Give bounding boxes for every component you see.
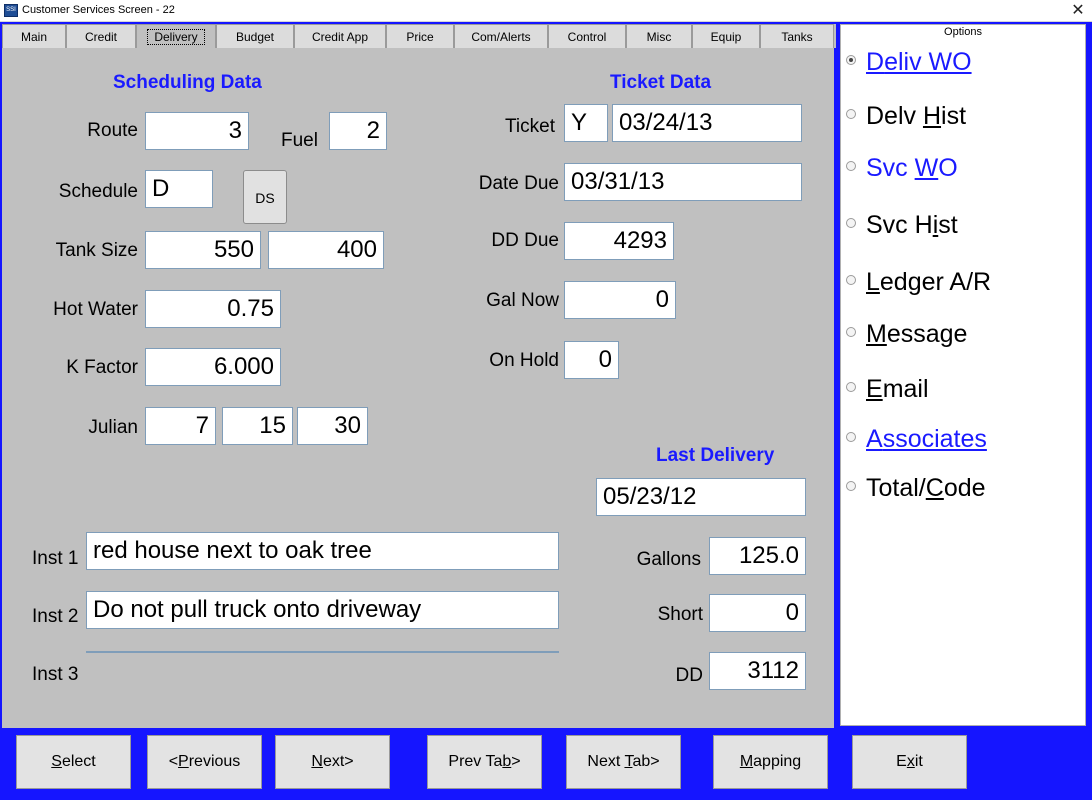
tab-credit-app[interactable]: Credit App	[294, 24, 386, 48]
last-delivery-date-field[interactable]: 05/23/12	[596, 478, 806, 516]
ticket-flag-field[interactable]: Y	[564, 104, 608, 142]
option-label: Ledger A/R	[866, 268, 992, 296]
tab-delivery[interactable]: Delivery	[136, 24, 216, 48]
radio-icon[interactable]	[846, 275, 856, 286]
option-label: Svc WO	[866, 154, 958, 182]
julian-field-3[interactable]: 30	[297, 407, 368, 445]
on-hold-field[interactable]: 0	[564, 341, 619, 379]
tab-main[interactable]: Main	[2, 24, 66, 48]
option-delv-hist[interactable]: Delv Hist	[846, 102, 966, 131]
option-associates[interactable]: Associates	[846, 425, 987, 454]
tab-com-alerts[interactable]: Com/Alerts	[454, 24, 548, 48]
radio-icon[interactable]	[846, 432, 856, 443]
gal-now-label: Gal Now	[486, 290, 559, 311]
option-email[interactable]: Email	[846, 375, 929, 404]
option-message[interactable]: Message	[846, 320, 967, 349]
app-icon: SSI	[4, 4, 18, 17]
julian-label: Julian	[88, 417, 138, 438]
tab-tanks[interactable]: Tanks	[760, 24, 834, 48]
option-deliv-wo[interactable]: Deliv WO	[846, 48, 972, 77]
inst2-field[interactable]: Do not pull truck onto driveway	[86, 591, 559, 629]
dd-label: DD	[675, 665, 703, 686]
ticket-label: Ticket	[505, 116, 555, 137]
option-label: Total/Code	[866, 474, 986, 502]
option-svc-hist[interactable]: Svc Hist	[846, 211, 958, 240]
dd-due-field[interactable]: 4293	[564, 222, 674, 260]
route-label: Route	[87, 120, 138, 141]
radio-icon[interactable]	[846, 327, 856, 338]
inst1-label: Inst 1	[32, 548, 79, 569]
route-field[interactable]: 3	[145, 112, 249, 150]
on-hold-label: On Hold	[489, 350, 559, 371]
schedule-field[interactable]: D	[145, 170, 213, 208]
select-button[interactable]: Select	[16, 735, 131, 789]
exit-button[interactable]: Exit	[852, 735, 967, 789]
inst2-label: Inst 2	[32, 606, 79, 627]
radio-icon[interactable]	[846, 382, 856, 393]
tab-control[interactable]: Control	[548, 24, 626, 48]
ticket-date-field[interactable]: 03/24/13	[612, 104, 802, 142]
radio-icon[interactable]	[846, 218, 856, 229]
fuel-label: Fuel	[281, 130, 318, 151]
tank-size-field[interactable]: 550	[145, 231, 261, 269]
window-title: Customer Services Screen - 22	[22, 4, 175, 16]
mapping-button[interactable]: Mapping	[713, 735, 828, 789]
schedule-label: Schedule	[58, 181, 138, 202]
previous-button[interactable]: <Previous	[147, 735, 262, 789]
dd-due-label: DD Due	[491, 230, 559, 251]
option-label: Deliv WO	[866, 48, 972, 76]
gallons-label: Gallons	[636, 549, 701, 570]
tab-equip[interactable]: Equip	[692, 24, 760, 48]
radio-icon[interactable]	[846, 481, 856, 492]
inst1-field[interactable]: red house next to oak tree	[86, 532, 559, 570]
gal-now-field[interactable]: 0	[564, 281, 676, 319]
ds-button[interactable]: DS	[243, 170, 287, 224]
tab-misc[interactable]: Misc	[626, 24, 692, 48]
fuel-field[interactable]: 2	[329, 112, 387, 150]
inst3-field[interactable]	[86, 651, 559, 653]
k-factor-field[interactable]: 6.000	[145, 348, 281, 386]
hot-water-field[interactable]: 0.75	[145, 290, 281, 328]
option-label: Message	[866, 320, 968, 348]
last-delivery-heading: Last Delivery	[656, 445, 775, 466]
prev-tab-button[interactable]: Prev Tab>	[427, 735, 542, 789]
option-label: Svc Hist	[866, 211, 958, 239]
radio-icon[interactable]	[846, 55, 856, 66]
option-label: Delv Hist	[866, 102, 967, 130]
short-field[interactable]: 0	[709, 594, 806, 632]
dd-field[interactable]: 3112	[709, 652, 806, 690]
ticket-heading: Ticket Data	[610, 72, 712, 93]
date-due-label: Date Due	[478, 173, 559, 194]
julian-field-1[interactable]: 7	[145, 407, 216, 445]
options-title: Options	[944, 26, 982, 38]
date-due-field[interactable]: 03/31/13	[564, 163, 802, 201]
option-ledger-ar[interactable]: Ledger A/R	[846, 268, 991, 297]
short-label: Short	[657, 604, 703, 625]
radio-icon[interactable]	[846, 109, 856, 120]
radio-icon[interactable]	[846, 161, 856, 172]
scheduling-heading: Scheduling Data	[113, 72, 262, 93]
option-svc-wo[interactable]: Svc WO	[846, 154, 958, 183]
tank-size-field-2[interactable]: 400	[268, 231, 384, 269]
tank-size-label: Tank Size	[55, 240, 138, 261]
k-factor-label: K Factor	[66, 357, 138, 378]
option-label: Email	[866, 375, 929, 403]
next-button[interactable]: Next>	[275, 735, 390, 789]
tab-credit[interactable]: Credit	[66, 24, 136, 48]
option-label: Associates	[866, 425, 987, 453]
gallons-field[interactable]: 125.0	[709, 537, 806, 575]
inst3-label: Inst 3	[32, 664, 79, 685]
tab-budget[interactable]: Budget	[216, 24, 294, 48]
next-tab-button[interactable]: Next Tab>	[566, 735, 681, 789]
option-total-code[interactable]: Total/Code	[846, 474, 986, 503]
tab-price[interactable]: Price	[386, 24, 454, 48]
hot-water-label: Hot Water	[53, 299, 138, 320]
close-icon[interactable]: ✕	[1068, 2, 1088, 20]
julian-field-2[interactable]: 15	[222, 407, 293, 445]
